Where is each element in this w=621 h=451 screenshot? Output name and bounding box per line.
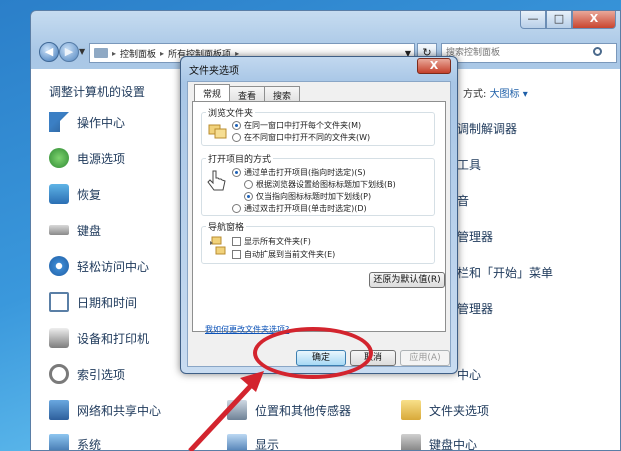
tab-general[interactable]: 常规 <box>194 84 231 101</box>
watermark: 下载吧 www.xiazaiba.com <box>489 398 615 447</box>
annotation-arrow-icon <box>188 371 264 451</box>
watermark-logo: 下载吧 <box>489 395 615 441</box>
